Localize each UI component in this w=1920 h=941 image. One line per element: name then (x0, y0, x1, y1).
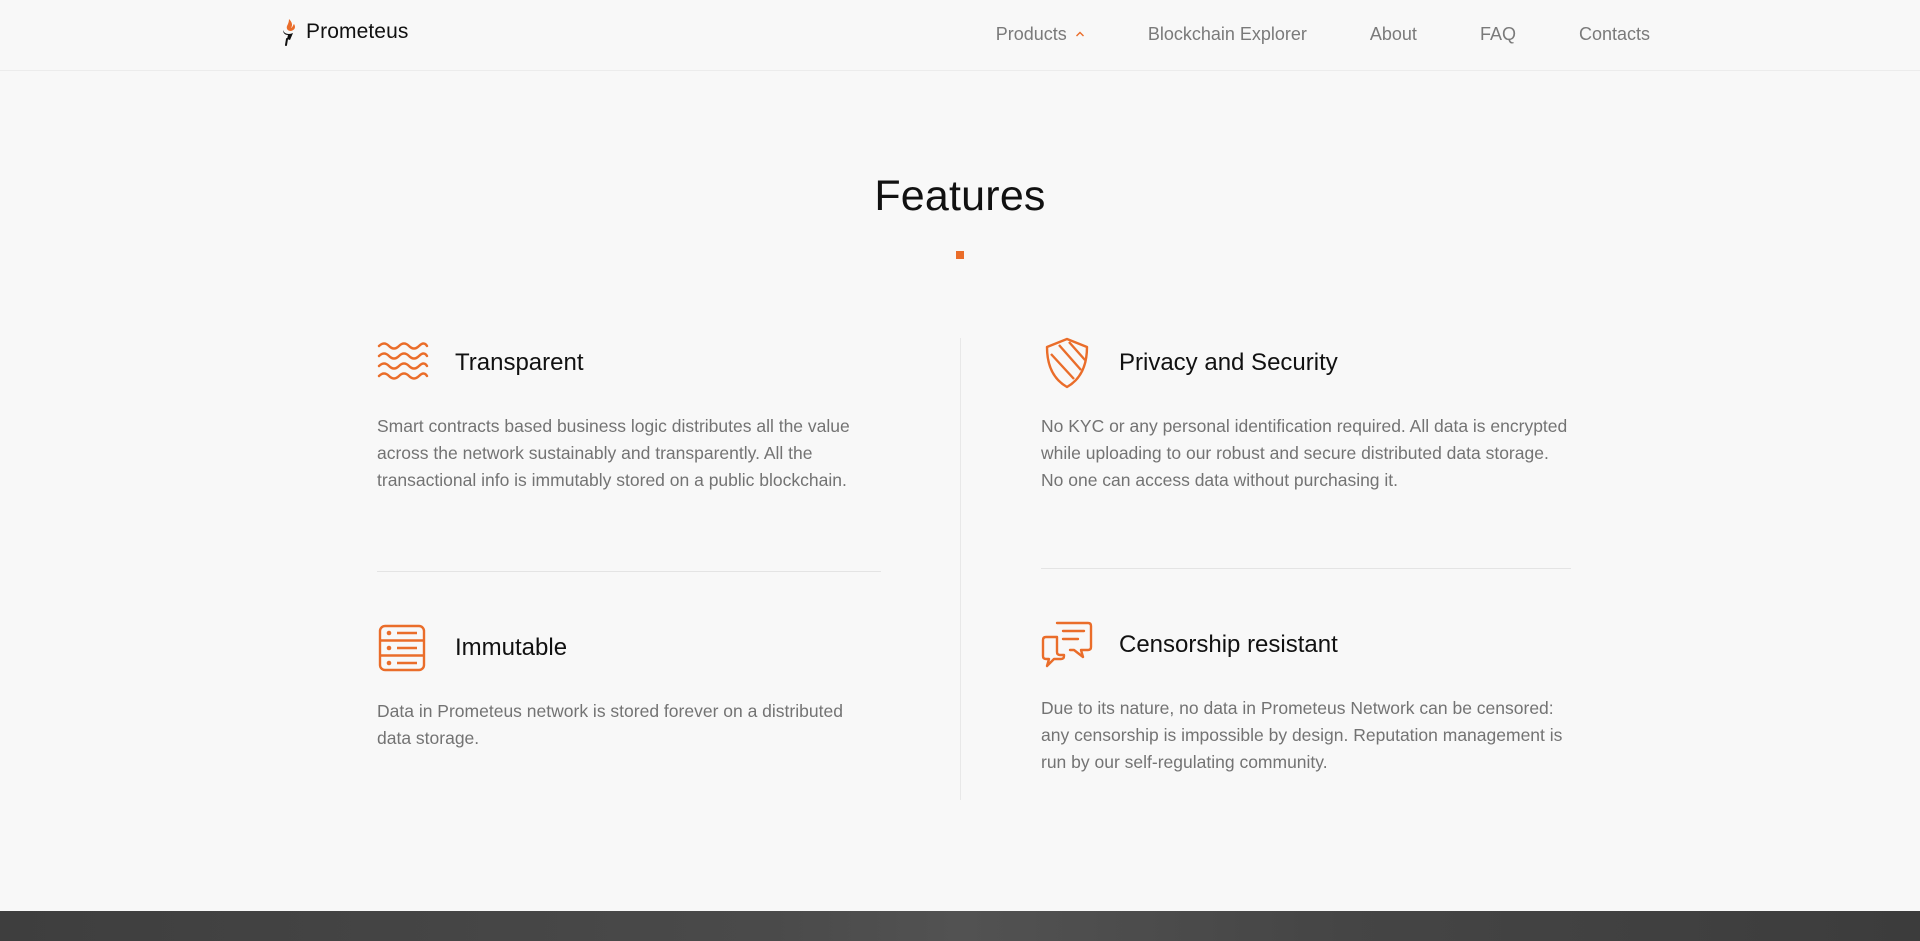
feature-title: Immutable (455, 634, 568, 661)
feature-title: Censorship resistant (1119, 631, 1338, 658)
nav-contacts[interactable]: Contacts (1579, 21, 1650, 47)
page: Prometeus Products Blockchain Explorer A… (0, 0, 1920, 941)
column-divider (960, 338, 961, 800)
shield-icon (1045, 337, 1089, 389)
chevron-up-icon (1075, 31, 1084, 37)
brand-name: Prometeus (306, 20, 409, 43)
title-accent-dot (956, 251, 964, 259)
section-title: Features (874, 172, 1046, 220)
feature-description: Data in Prometeus network is stored fore… (377, 701, 843, 748)
row-divider-right (1041, 568, 1571, 569)
torch-icon (283, 19, 295, 46)
nav-products-label: Products (995, 24, 1067, 44)
feature-title: Privacy and Security (1119, 349, 1338, 376)
nav-faq[interactable]: FAQ (1480, 21, 1516, 47)
row-divider-left (377, 571, 881, 572)
feature-title: Transparent (455, 349, 584, 376)
nav-about[interactable]: About (1370, 21, 1417, 47)
feature-immutable: Immutable Data in Prometeus network is s… (377, 622, 877, 752)
site-header: Prometeus Products Blockchain Explorer A… (0, 0, 1920, 71)
server-icon (378, 624, 426, 672)
waves-icon (377, 342, 429, 380)
main-nav: Products Blockchain Explorer About FAQ C… (996, 21, 1650, 47)
feature-censorship-resistant: Censorship resistant Due to its nature, … (1041, 619, 1571, 776)
feature-description: Smart contracts based business logic dis… (377, 416, 850, 490)
feature-description: No KYC or any personal identification re… (1041, 416, 1568, 490)
nav-blockchain-explorer[interactable]: Blockchain Explorer (1148, 21, 1307, 47)
nav-products[interactable]: Products (996, 21, 1085, 47)
footer-band (0, 911, 1920, 941)
brand-logo[interactable]: Prometeus (280, 14, 408, 50)
feature-privacy-security: Privacy and Security No KYC or any perso… (1041, 337, 1571, 494)
feature-transparent: Transparent Smart contracts based busine… (377, 337, 877, 494)
chat-icon (1041, 621, 1093, 668)
feature-description: Due to its nature, no data in Prometeus … (1041, 698, 1563, 772)
